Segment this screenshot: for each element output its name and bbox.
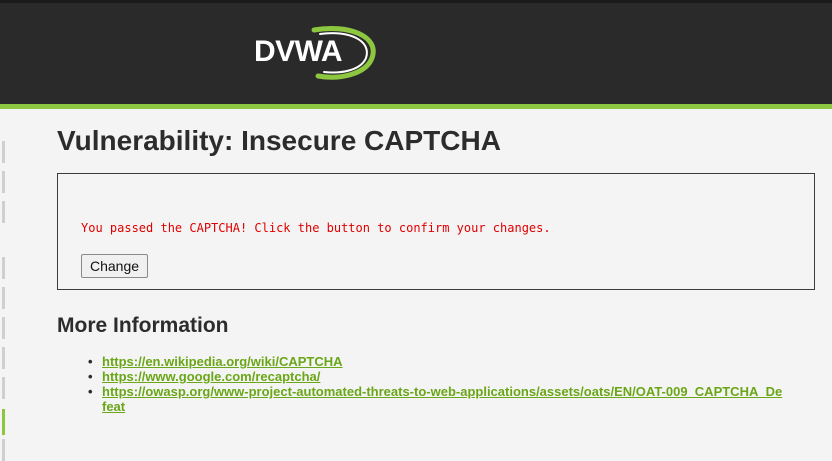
menu-edge-tick	[2, 439, 5, 461]
menu-edge-tick	[2, 377, 5, 399]
more-info-list: • https://en.wikipedia.org/wiki/CAPTCHA …	[84, 354, 784, 414]
link-google-recaptcha[interactable]: https://www.google.com/recaptcha/	[102, 369, 320, 384]
captcha-result-message: You passed the CAPTCHA! Click the button…	[81, 221, 551, 235]
change-button[interactable]: Change	[81, 254, 149, 278]
menu-edge-tick-active	[2, 409, 5, 435]
menu-edge-tick	[2, 171, 5, 193]
menu-edge-tick	[2, 201, 5, 223]
bullet-icon: •	[88, 354, 93, 369]
menu-edge-tick	[2, 347, 5, 369]
bullet-icon: •	[88, 384, 93, 399]
link-wikipedia-captcha[interactable]: https://en.wikipedia.org/wiki/CAPTCHA	[102, 354, 343, 369]
menu-edge-tick	[2, 141, 5, 163]
dvwa-logo[interactable]: DVWA	[248, 22, 388, 82]
bullet-icon: •	[88, 369, 93, 384]
page-title: Vulnerability: Insecure CAPTCHA	[57, 125, 501, 156]
list-item: • https://en.wikipedia.org/wiki/CAPTCHA	[84, 354, 784, 369]
header-bar: DVWA	[0, 0, 832, 104]
header-top-line	[0, 0, 832, 3]
logo-text: DVWA	[254, 35, 343, 68]
menu-edge-tick	[2, 317, 5, 339]
more-info-heading: More Information	[57, 314, 229, 337]
list-item: • https://owasp.org/www-project-automate…	[84, 384, 784, 414]
header-accent-stripe	[0, 104, 832, 109]
vulnerable-code-area: You passed the CAPTCHA! Click the button…	[57, 173, 815, 290]
menu-edge-tick	[2, 287, 5, 309]
menu-edge-tick	[2, 257, 5, 279]
left-menu-edge	[0, 109, 6, 461]
list-item: • https://www.google.com/recaptcha/	[84, 369, 784, 384]
link-owasp-oat-009[interactable]: https://owasp.org/www-project-automated-…	[102, 384, 782, 414]
